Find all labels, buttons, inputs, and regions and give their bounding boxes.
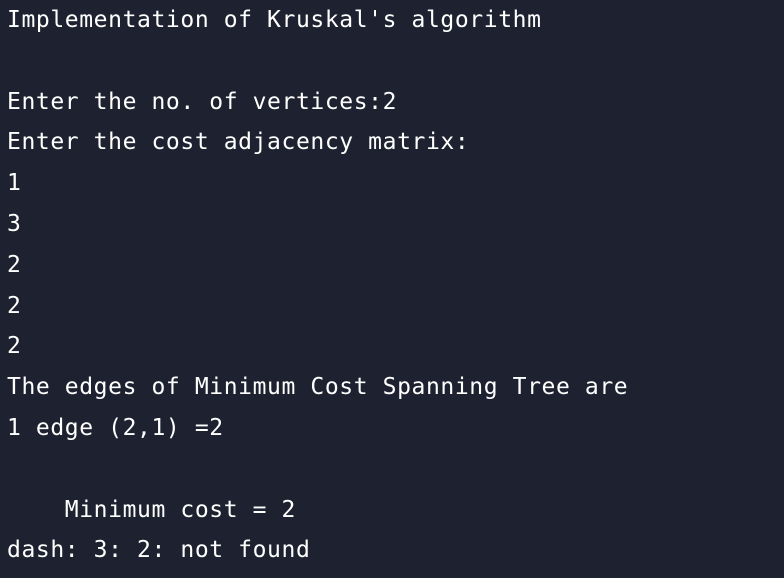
terminal-line: 2 [7, 292, 22, 319]
terminal-line: Enter the no. of vertices:2 [7, 88, 398, 115]
terminal-line: dash: 3: 2: not found [7, 537, 311, 564]
terminal-line: Enter the cost adjacency matrix: [7, 129, 470, 156]
terminal-line: 2 [7, 333, 22, 360]
terminal-line: 1 [7, 170, 22, 197]
terminal-line: 2 [7, 251, 22, 278]
terminal-output[interactable]: Implementation of Kruskal's algorithm En… [0, 0, 784, 578]
terminal-line: 3 [7, 210, 22, 237]
terminal-line: The edges of Minimum Cost Spanning Tree … [7, 374, 629, 401]
terminal-line: Minimum cost = 2 [7, 496, 296, 523]
terminal-line: Implementation of Kruskal's algorithm [7, 7, 542, 33]
terminal-line: 1 edge (2,1) =2 [7, 414, 224, 441]
